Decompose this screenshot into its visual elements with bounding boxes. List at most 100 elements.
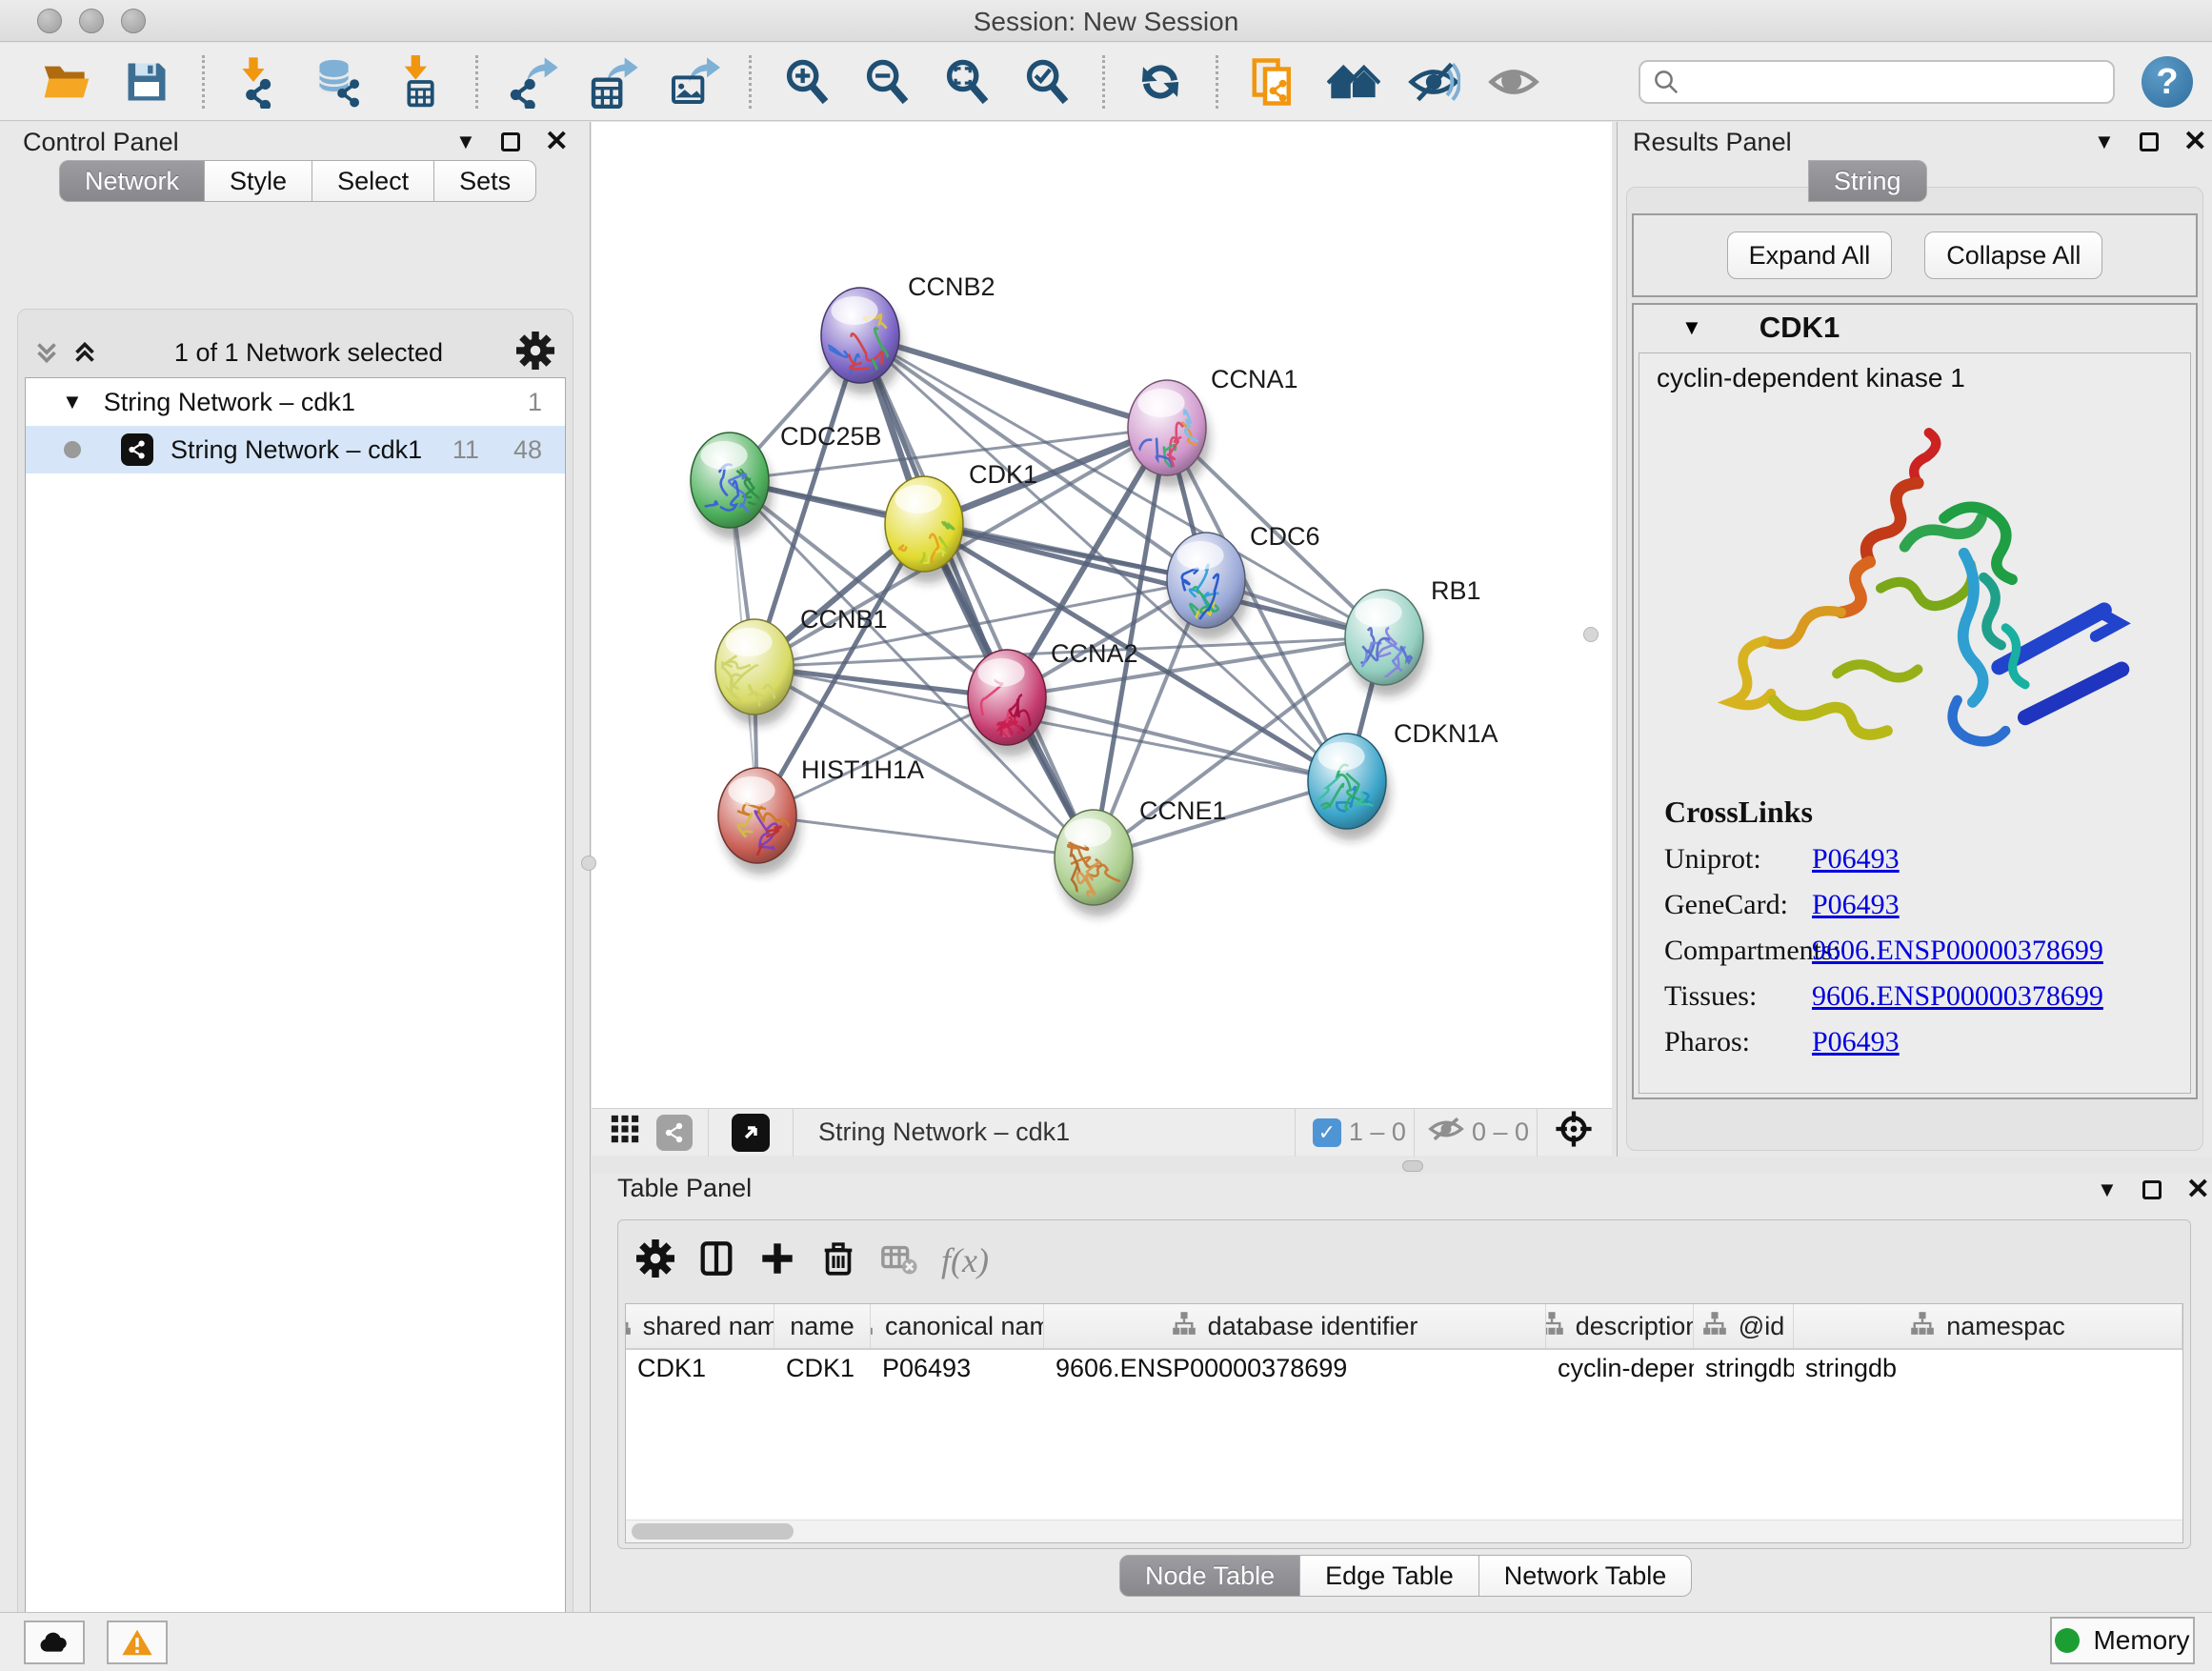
- tab-sets[interactable]: Sets: [434, 160, 536, 202]
- crosslink-link[interactable]: 9606.ENSP00000378699: [1812, 935, 2103, 967]
- hide-selected-icon[interactable]: [1407, 55, 1460, 109]
- column-header-database-identifier[interactable]: database identifier: [1044, 1304, 1546, 1348]
- zoom-selected-icon[interactable]: [1020, 55, 1074, 109]
- table-row[interactable]: CDK1CDK1P064939606.ENSP00000378699cyclin…: [626, 1350, 2182, 1392]
- network-list-icon[interactable]: [656, 1115, 693, 1151]
- cloud-status-button[interactable]: [24, 1621, 85, 1664]
- panel-menu-icon[interactable]: ▼: [2097, 1178, 2118, 1202]
- node-label-CDC6: CDC6: [1250, 522, 1320, 551]
- crosslink-link[interactable]: P06493: [1812, 1026, 1900, 1058]
- window-title: Session: New Session: [0, 7, 2212, 37]
- zoom-fit-icon[interactable]: [940, 55, 994, 109]
- tab-style[interactable]: Style: [205, 160, 312, 202]
- column-header-name[interactable]: name: [774, 1304, 871, 1348]
- status-bar: Memory: [0, 1612, 2212, 1671]
- export-table-icon[interactable]: [587, 55, 640, 109]
- crosslink-link[interactable]: P06493: [1812, 843, 1900, 876]
- network-row[interactable]: String Network – cdk1 11 48: [26, 426, 565, 473]
- fit-selected-crosshair-icon[interactable]: [1555, 1110, 1593, 1155]
- expand-all-button[interactable]: Expand All: [1727, 232, 1893, 279]
- column-header-description[interactable]: description: [1546, 1304, 1694, 1348]
- export-network-icon[interactable]: [507, 55, 560, 109]
- table-cell[interactable]: stringdb:9...: [1694, 1350, 1794, 1392]
- table-options-gear-icon[interactable]: [636, 1239, 674, 1282]
- save-session-icon[interactable]: [120, 55, 173, 109]
- show-columns-icon[interactable]: [697, 1239, 735, 1282]
- tab-select[interactable]: Select: [312, 160, 434, 202]
- network-node-CCNE1[interactable]: [1055, 810, 1136, 916]
- search-box[interactable]: [1639, 60, 2115, 104]
- zoom-in-icon[interactable]: [780, 55, 834, 109]
- panel-close-icon[interactable]: ✕: [2183, 132, 2207, 151]
- help-button[interactable]: ?: [2142, 56, 2193, 108]
- hidden-eye-slash-icon[interactable]: [1428, 1115, 1464, 1150]
- zoom-out-icon[interactable]: [860, 55, 914, 109]
- panel-float-icon[interactable]: [2140, 132, 2159, 151]
- first-neighbors-icon[interactable]: [1327, 55, 1380, 109]
- horizontal-splitter-handle[interactable]: [1402, 1160, 1423, 1172]
- left-splitter-handle[interactable]: [581, 856, 596, 871]
- network-node-CDC25B[interactable]: [687, 433, 773, 540]
- grid-view-icon[interactable]: [609, 1113, 641, 1152]
- crosslink-link[interactable]: P06493: [1812, 889, 1900, 921]
- table-cell[interactable]: stringdb: [1794, 1350, 2182, 1392]
- panel-float-icon[interactable]: [501, 132, 520, 151]
- warnings-button[interactable]: [107, 1621, 168, 1664]
- add-column-icon[interactable]: [758, 1239, 796, 1282]
- network-edge-CCNB2-CCNA1[interactable]: [860, 335, 1167, 428]
- collapse-all-button[interactable]: Collapse All: [1924, 232, 2102, 279]
- table-cell[interactable]: cyclin-dependent ...: [1546, 1350, 1694, 1392]
- export-image-icon[interactable]: [667, 55, 720, 109]
- refresh-icon[interactable]: [1134, 55, 1187, 109]
- node-table: shared namenamecanonical namedatabase id…: [625, 1303, 2183, 1543]
- tab-string[interactable]: String: [1808, 160, 1927, 202]
- network-options-gear-icon[interactable]: [516, 332, 554, 374]
- memory-button[interactable]: Memory: [2050, 1617, 2195, 1664]
- network-node-CCNB1[interactable]: [715, 619, 797, 736]
- tab-node-table[interactable]: Node Table: [1119, 1555, 1300, 1597]
- open-session-icon[interactable]: [40, 55, 93, 109]
- tab-network[interactable]: Network: [59, 160, 205, 202]
- right-splitter-handle[interactable]: [1583, 627, 1599, 642]
- tab-edge-table[interactable]: Edge Table: [1300, 1555, 1479, 1597]
- network-node-RB1[interactable]: [1345, 590, 1427, 696]
- delete-column-trash-icon[interactable]: [819, 1239, 857, 1282]
- import-network-icon[interactable]: [233, 55, 287, 109]
- panel-menu-icon[interactable]: ▼: [2094, 130, 2115, 154]
- network-collection-row[interactable]: ▼ String Network – cdk1 1: [26, 378, 565, 426]
- crosslink-link[interactable]: 9606.ENSP00000378699: [1812, 980, 2103, 1013]
- scrollbar-thumb[interactable]: [632, 1523, 794, 1540]
- network-node-CDC6[interactable]: [1167, 533, 1249, 639]
- import-table-icon[interactable]: [393, 55, 447, 109]
- panel-float-icon[interactable]: [2142, 1180, 2162, 1199]
- network-edge-HIST1H1A-CCNE1[interactable]: [757, 815, 1094, 857]
- collapse-all-icon[interactable]: [30, 336, 63, 369]
- table-cell[interactable]: P06493: [871, 1350, 1044, 1392]
- column-header-shared-name[interactable]: shared name: [626, 1304, 774, 1348]
- column-header-namespac[interactable]: namespac: [1794, 1304, 2182, 1348]
- network-node-HIST1H1A[interactable]: [718, 768, 800, 875]
- network-node-CCNA1[interactable]: [1124, 380, 1210, 487]
- table-horizontal-scrollbar[interactable]: [626, 1520, 2182, 1542]
- show-all-icon[interactable]: [1487, 55, 1540, 109]
- network-node-CCNB2[interactable]: [821, 288, 903, 396]
- panel-close-icon[interactable]: ✕: [2186, 1180, 2210, 1199]
- column-header--id[interactable]: @id: [1694, 1304, 1794, 1348]
- search-input[interactable]: [1680, 68, 2090, 97]
- panel-menu-icon[interactable]: ▼: [455, 130, 476, 154]
- column-header-canonical-name[interactable]: canonical name: [871, 1304, 1044, 1348]
- network-view-canvas[interactable]: CCNB2CCNA1CDC25BCDK1CDC6RB1CCNB1CCNA2CDK…: [592, 122, 1612, 1108]
- tab-network-table[interactable]: Network Table: [1479, 1555, 1693, 1597]
- duplicate-network-icon[interactable]: [1247, 55, 1300, 109]
- panel-close-icon[interactable]: ✕: [545, 132, 569, 151]
- entry-expander-icon[interactable]: ▼: [1681, 315, 1702, 340]
- birdseye-view-icon[interactable]: [732, 1114, 770, 1152]
- table-panel: Table Panel ▼ ✕ f(x) shared namenamecano: [592, 1174, 2212, 1612]
- expand-all-icon[interactable]: [69, 336, 101, 369]
- import-network-database-icon[interactable]: [313, 55, 367, 109]
- tree-expander-icon[interactable]: ▼: [62, 390, 83, 414]
- table-cell[interactable]: CDK1: [626, 1350, 774, 1392]
- table-cell[interactable]: CDK1: [774, 1350, 871, 1392]
- table-cell[interactable]: 9606.ENSP00000378699: [1044, 1350, 1546, 1392]
- selected-checkbox-icon[interactable]: ✓: [1313, 1118, 1341, 1147]
